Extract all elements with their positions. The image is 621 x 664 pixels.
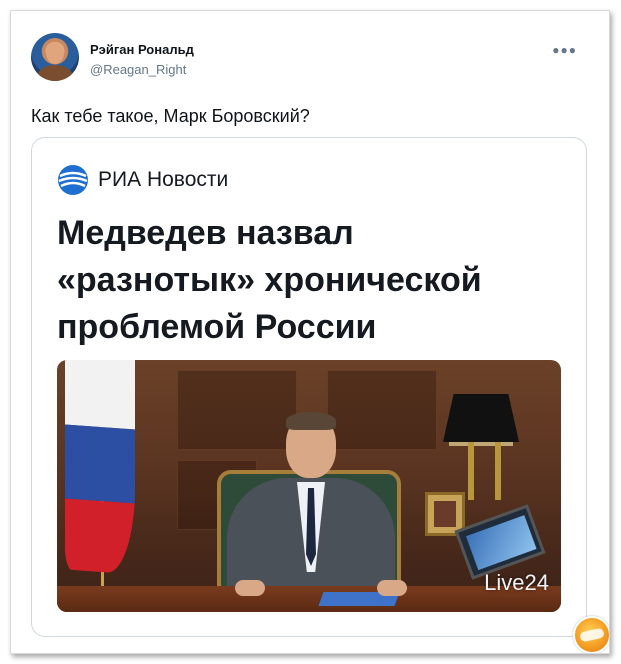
person-hand: [235, 580, 265, 596]
more-horizontal-icon[interactable]: ●●●: [552, 43, 577, 57]
lamp-stem: [468, 442, 474, 500]
russian-flag: [65, 360, 135, 575]
avatar-shirt: [37, 65, 73, 81]
ria-logo-icon: [58, 165, 88, 195]
headline-line: проблемой России: [57, 308, 377, 346]
screenshot-frame: Рэйган Рональд @Reagan_Right ●●● Как теб…: [10, 10, 610, 654]
tweet-header: Рэйган Рональд @Reagan_Right ●●●: [31, 33, 591, 85]
tweet-text: Как тебе такое, Марк Боровский?: [31, 106, 310, 126]
lamp-stem: [495, 442, 501, 500]
wall-panel: [177, 370, 297, 450]
avatar-face: [46, 42, 64, 64]
news-headline: Медведев назвал «разнотык» хронической п…: [57, 210, 567, 351]
photo-watermark: Live24: [484, 570, 549, 595]
person-hair: [286, 412, 336, 430]
headline-line: Медведев назвал: [57, 214, 354, 252]
site-watermark-logo: [573, 616, 609, 653]
news-brand: РИА Новости: [98, 168, 229, 191]
news-photo: Live24: [57, 360, 561, 612]
phone-console: [454, 504, 546, 580]
desk-lamp: [443, 394, 519, 442]
wall-panel: [327, 370, 437, 450]
user-handle[interactable]: @Reagan_Right: [90, 62, 186, 77]
avatar[interactable]: [31, 33, 79, 81]
person-hand: [377, 580, 407, 596]
headline-line: «разнотык» хронической: [57, 261, 482, 299]
display-name[interactable]: Рэйган Рональд: [90, 42, 194, 57]
news-card[interactable]: РИА Новости Медведев назвал «разнотык» х…: [31, 137, 587, 637]
